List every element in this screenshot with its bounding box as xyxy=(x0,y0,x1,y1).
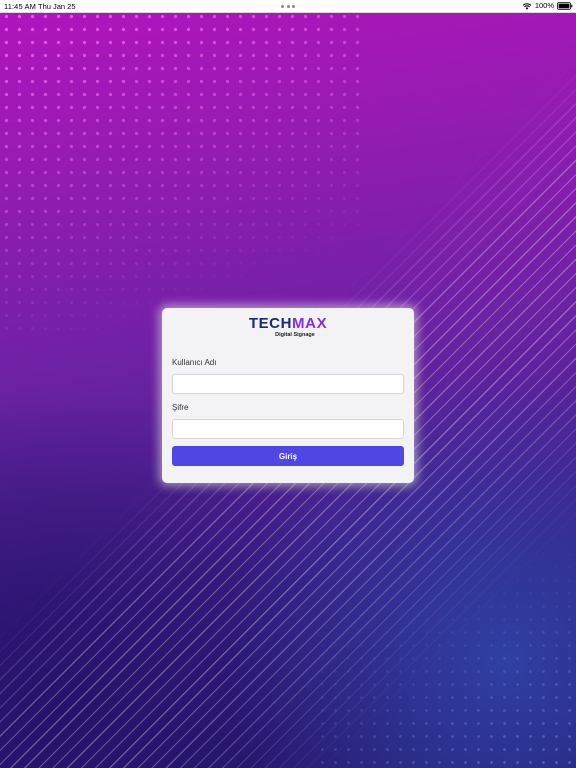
battery-icon xyxy=(557,1,573,10)
password-label: Şifre xyxy=(172,403,189,412)
password-input[interactable] xyxy=(172,419,404,439)
wifi-icon xyxy=(522,2,532,10)
username-label: Kullanıcı Adı xyxy=(172,358,217,367)
logo-word-max: MAX xyxy=(292,315,328,332)
status-date: Thu Jan 25 xyxy=(38,1,76,11)
status-bar: 11:45 AM Thu Jan 25 100% xyxy=(0,0,576,13)
logo-word-tech: TECH xyxy=(248,315,293,332)
logo-wordmark: TECHMAX xyxy=(162,316,414,332)
status-right-group: 100% xyxy=(522,1,573,10)
status-time: 11:45 AM xyxy=(4,1,36,11)
techmax-logo: TECHMAX Digital Signage xyxy=(162,316,414,339)
login-button[interactable]: Giriş xyxy=(172,446,404,466)
username-input[interactable] xyxy=(172,374,404,394)
login-card: TECHMAX Digital Signage Kullanıcı Adı Şi… xyxy=(162,308,414,483)
battery-percent: 100% xyxy=(534,1,554,10)
more-dots-icon[interactable] xyxy=(281,5,295,8)
logo-subtitle: Digital Signage xyxy=(275,332,315,338)
